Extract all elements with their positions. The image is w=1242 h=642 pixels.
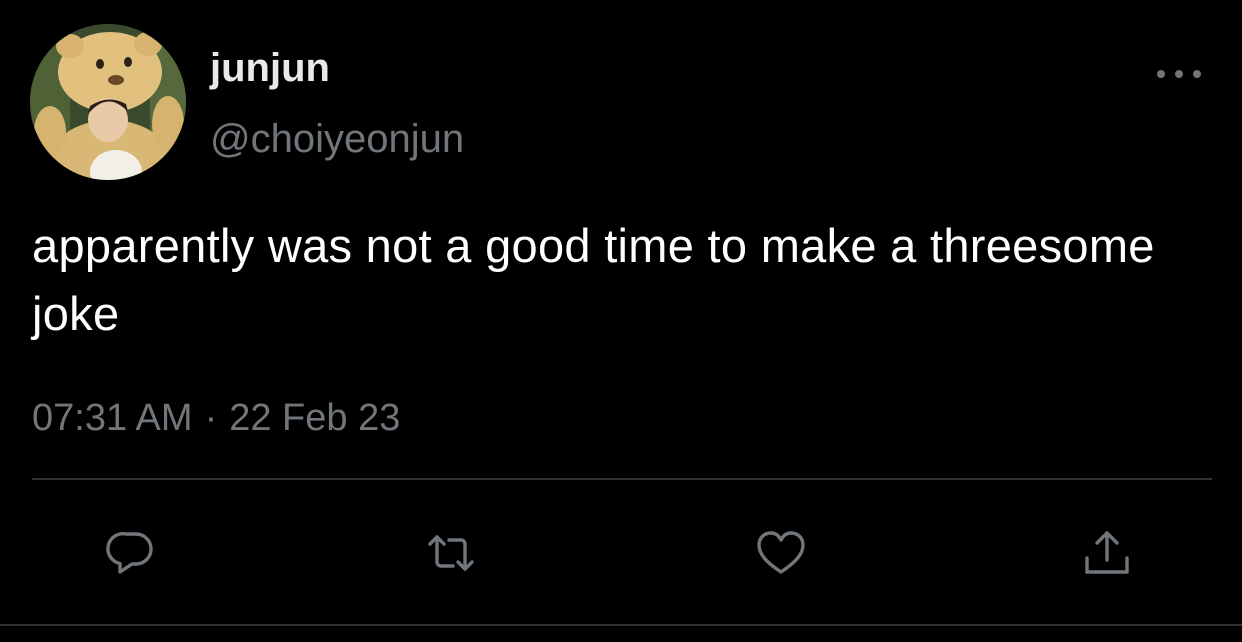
- user-handle[interactable]: @choiyeonjun: [210, 115, 464, 163]
- avatar[interactable]: [30, 24, 186, 180]
- meta-separator: ·: [204, 397, 218, 439]
- tweet-card: junjun @choiyeonjun apparently was not a…: [0, 0, 1242, 642]
- avatar-image: [30, 24, 186, 180]
- tweet-date: 22 Feb 23: [229, 397, 401, 439]
- heart-icon[interactable]: [756, 528, 806, 578]
- tweet-timestamp: 07:31 AM · 22 Feb 23: [32, 394, 400, 442]
- divider: [32, 478, 1212, 480]
- bottom-divider: [0, 624, 1242, 626]
- share-upload-icon[interactable]: [1082, 528, 1132, 578]
- display-name[interactable]: junjun: [210, 44, 330, 92]
- reply-bubble-icon[interactable]: [106, 528, 156, 578]
- retweet-arrows-icon[interactable]: [426, 528, 476, 578]
- tweet-time: 07:31 AM: [32, 397, 193, 439]
- tweet-text: apparently was not a good time to make a…: [32, 219, 1155, 340]
- more-dots-icon[interactable]: [1157, 62, 1201, 86]
